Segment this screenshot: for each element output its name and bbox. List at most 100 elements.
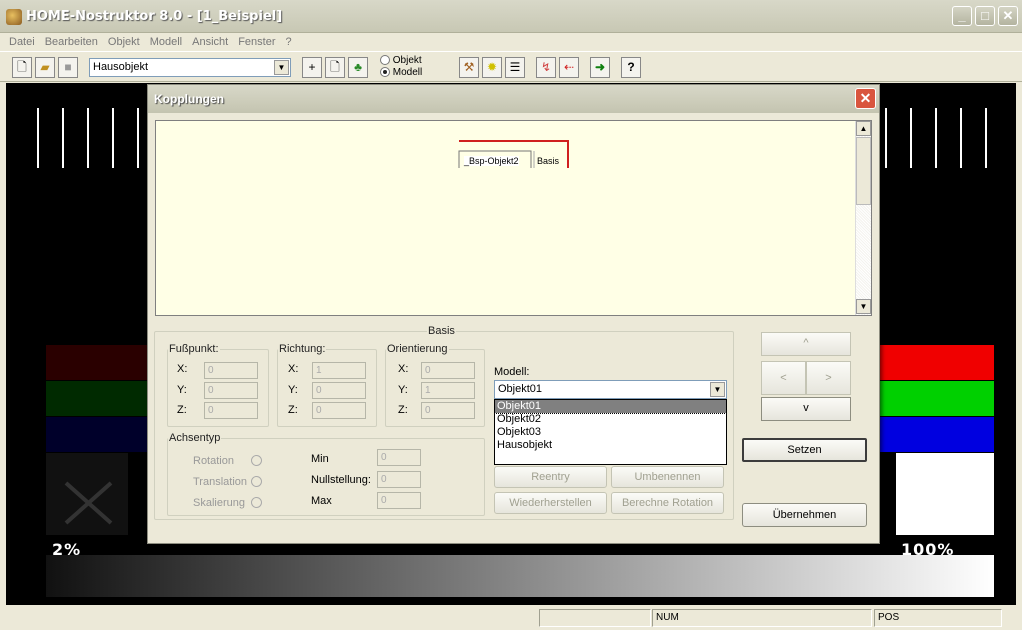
magic-icon[interactable]: ↯ (536, 57, 556, 78)
radio-objekt[interactable]: Objekt (380, 55, 422, 67)
radio-objekt-label: Objekt (392, 55, 422, 66)
menu-objekt[interactable]: Objekt (103, 33, 145, 51)
chevron-down-icon[interactable]: ▼ (710, 382, 725, 397)
help-icon[interactable]: ? (621, 57, 641, 78)
menu-ansicht[interactable]: Ansicht (187, 33, 233, 51)
mode-radio-group: Objekt Modell (380, 55, 422, 79)
object-select-value: Hausobjekt (93, 61, 149, 73)
green-arrow-icon[interactable]: ➜ (590, 57, 610, 78)
translation-label: Translation (193, 476, 248, 488)
orientierung-x-field[interactable]: 0 (421, 362, 475, 379)
kopplungen-dialog: Kopplungen ✕ _Bsp-Objekt2 Basis ▲ ▼ Basi… (147, 84, 880, 544)
richtung-y-label: Y: (288, 384, 298, 396)
richtung-x-label: X: (288, 363, 299, 375)
status-field-1 (539, 609, 651, 627)
menu-fenster[interactable]: Fenster (233, 33, 280, 51)
scroll-thumb[interactable] (856, 137, 871, 205)
radio-objekt-circle[interactable] (380, 55, 390, 66)
object-select[interactable]: Hausobjekt ▼ (89, 58, 291, 77)
app-icon (6, 9, 22, 25)
coupling-canvas[interactable]: _Bsp-Objekt2 Basis ▲ ▼ (155, 120, 872, 316)
status-num: NUM (652, 609, 872, 627)
orientierung-z-field[interactable]: 0 (421, 402, 475, 419)
orientierung-x-label: X: (398, 363, 409, 375)
fusspunkt-x-label: X: (177, 363, 188, 375)
close-button[interactable]: ✕ (998, 6, 1018, 26)
modell-select-value: Objekt01 (498, 383, 543, 395)
red-arrow-icon[interactable]: ⇠ (559, 57, 579, 78)
list-icon[interactable]: ☰ (505, 57, 525, 78)
maximize-button[interactable]: □ (975, 6, 995, 26)
richtung-z-label: Z: (288, 404, 298, 416)
setzen-button[interactable]: Setzen (742, 438, 867, 462)
menu-bar: Datei Bearbeiten Objekt Modell Ansicht Fenste… (0, 33, 1022, 51)
page-icon[interactable]: 🗋 (325, 57, 345, 78)
node-bsp-objekt2[interactable]: _Bsp-Objekt2 (464, 156, 519, 166)
menu-datei[interactable]: Datei (4, 33, 40, 51)
min-field[interactable]: 0 (377, 449, 421, 466)
nav-right-button[interactable]: > (806, 361, 851, 395)
skalierung-label: Skalierung (193, 497, 245, 509)
fusspunkt-x-field[interactable]: 0 (204, 362, 258, 379)
status-bar: NUM POS (0, 607, 1022, 630)
menu-bearbeiten[interactable]: Bearbeiten (40, 33, 103, 51)
nullstellung-label: Nullstellung: (311, 474, 371, 486)
add-object-icon[interactable]: + (302, 57, 322, 78)
list-item[interactable]: Objekt03 (495, 426, 726, 439)
wiederherstellen-button[interactable]: Wiederherstellen (494, 492, 607, 514)
scroll-down-icon[interactable]: ▼ (856, 299, 871, 314)
list-item[interactable]: Hausobjekt (495, 439, 726, 452)
radio-modell-label: Modell (392, 67, 423, 78)
list-item[interactable]: Objekt01 (494, 399, 727, 414)
tools-icon[interactable]: ⚒ (459, 57, 479, 78)
berechne-rotation-button[interactable]: Berechne Rotation (611, 492, 724, 514)
canvas-scrollbar[interactable]: ▲ ▼ (855, 121, 871, 315)
max-field[interactable]: 0 (377, 492, 421, 509)
node-basis[interactable]: Basis (537, 156, 559, 166)
nav-left-button[interactable]: < (761, 361, 806, 395)
open-folder-icon[interactable]: ▰ (35, 57, 55, 78)
min-label: Min (311, 453, 329, 465)
window-title: HOME-Nostruktor 8.0 - [1_Beispiel] (26, 9, 283, 24)
translation-radio[interactable] (251, 476, 262, 487)
menu-modell[interactable]: Modell (145, 33, 187, 51)
sun-icon[interactable]: ✹ (482, 57, 502, 78)
palm-tree-icon[interactable]: ♣ (348, 57, 368, 78)
toolbar: 🗋 ▰ ■ Hausobjekt ▼ + 🗋 ♣ Objekt Modell ⚒ … (0, 51, 1022, 82)
fusspunkt-z-field[interactable]: 0 (204, 402, 258, 419)
chevron-down-icon[interactable]: ▼ (274, 60, 289, 75)
orientierung-legend: Orientierung (387, 343, 448, 355)
title-bar: HOME-Nostruktor 8.0 - [1_Beispiel] _ □ ✕ (0, 0, 1022, 33)
uebernehmen-button[interactable]: Übernehmen (742, 503, 867, 527)
basis-group-title: Basis (428, 325, 455, 337)
modell-dropdown-list[interactable]: Objekt01 Objekt02 Objekt03 Hausobjekt (494, 399, 727, 465)
skalierung-radio[interactable] (251, 497, 262, 508)
orientierung-y-field[interactable]: 1 (421, 382, 475, 399)
fusspunkt-z-label: Z: (177, 404, 187, 416)
richtung-z-field[interactable]: 0 (312, 402, 366, 419)
richtung-y-field[interactable]: 0 (312, 382, 366, 399)
radio-modell-circle[interactable] (380, 67, 390, 78)
percent-label-100: 100% (901, 540, 955, 559)
rotation-radio[interactable] (251, 455, 262, 466)
fusspunkt-legend: Fußpunkt: (169, 343, 219, 355)
list-item[interactable]: Objekt02 (495, 413, 726, 426)
scroll-up-icon[interactable]: ▲ (856, 121, 871, 136)
nav-down-button[interactable]: v (761, 397, 851, 421)
fusspunkt-y-field[interactable]: 0 (204, 382, 258, 399)
minimize-button[interactable]: _ (952, 6, 972, 26)
reentry-button[interactable]: Reentry (494, 466, 607, 488)
menu-help[interactable]: ? (280, 33, 296, 51)
nav-up-button[interactable]: ^ (761, 332, 851, 356)
dialog-close-icon[interactable]: ✕ (855, 88, 876, 109)
dialog-title-bar: Kopplungen ✕ (148, 85, 879, 113)
radio-modell[interactable]: Modell (380, 67, 422, 79)
fusspunkt-y-label: Y: (177, 384, 187, 396)
umbenennen-button[interactable]: Umbenennen (611, 466, 724, 488)
save-icon[interactable]: ■ (58, 57, 78, 78)
richtung-x-field[interactable]: 1 (312, 362, 366, 379)
max-label: Max (311, 495, 332, 507)
nullstellung-field[interactable]: 0 (377, 471, 421, 488)
modell-select[interactable]: Objekt01 ▼ (494, 380, 727, 399)
new-file-icon[interactable]: 🗋 (12, 57, 32, 78)
